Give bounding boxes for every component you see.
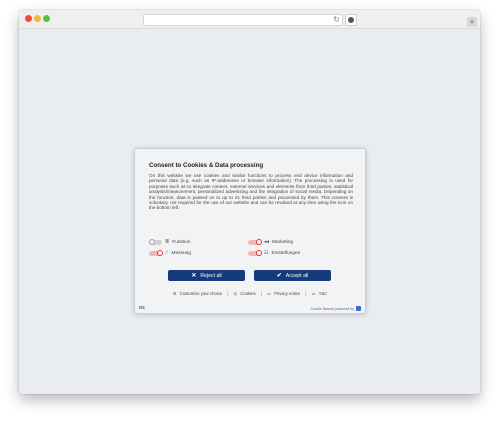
cookie-consent-dialog: Consent to Cookies & Data processing On …	[134, 148, 366, 314]
dialog-title: Consent to Cookies & Data processing	[149, 162, 264, 169]
check-icon: ✔	[276, 273, 282, 279]
tac-link[interactable]: T&C	[319, 291, 327, 296]
customize-link[interactable]: Customize your choice	[180, 291, 222, 296]
privacy-link[interactable]: Privacy notice	[274, 291, 300, 296]
maximize-window-button[interactable]	[43, 15, 50, 22]
dialog-body-text: On this website we use cookies and simil…	[149, 173, 353, 211]
dialog-links: ⚙ Customize your choice | ◎ Cookies | ▭ …	[172, 291, 328, 296]
gear-icon: ⚙	[172, 291, 177, 296]
cookie-icon: ◎	[233, 291, 238, 296]
einstellungen-toggle[interactable]	[248, 249, 262, 256]
cookie-settings-icon[interactable]: NS	[139, 305, 145, 310]
close-icon: ✕	[191, 273, 197, 279]
extension-icon	[348, 17, 354, 23]
powered-by-label: Cookie Banner powered by	[310, 306, 354, 311]
address-bar[interactable]: ↻	[143, 14, 343, 26]
accept-all-label: Accept all	[285, 272, 309, 279]
category-einstellungen[interactable]: ☷ Einstellungen	[248, 249, 300, 257]
new-tab-button[interactable]: +	[467, 17, 477, 27]
provider-logo-icon[interactable]	[356, 306, 361, 311]
einstellungen-icon: ☷	[264, 250, 269, 256]
close-window-button[interactable]	[25, 15, 32, 22]
minimize-window-button[interactable]	[34, 15, 41, 22]
powered-by: Cookie Banner powered by	[311, 306, 361, 311]
marketing-icon: ◂◂	[264, 239, 270, 245]
messung-toggle[interactable]	[149, 249, 163, 256]
cookies-link[interactable]: Cookies	[240, 291, 255, 296]
reject-all-button[interactable]: ✕ Reject all	[168, 270, 245, 281]
marketing-label: Marketing	[272, 239, 294, 245]
messung-label: Messung	[171, 250, 191, 256]
reload-icon[interactable]: ↻	[333, 14, 340, 26]
funktion-icon: ≣	[165, 239, 170, 245]
messung-icon: ⟋	[165, 250, 169, 256]
marketing-toggle[interactable]	[248, 238, 262, 245]
accept-all-button[interactable]: ✔ Accept all	[254, 270, 331, 281]
category-messung[interactable]: ⟋ Messung	[149, 249, 191, 257]
tac-icon: ▭	[311, 291, 316, 296]
browser-titlebar: ↻ +	[19, 10, 480, 29]
funktion-label: Funktion	[172, 239, 191, 245]
privacy-icon: ▭	[266, 291, 271, 296]
reject-all-label: Reject all	[200, 272, 222, 279]
extension-button[interactable]	[345, 14, 357, 26]
einstellungen-label: Einstellungen	[271, 250, 301, 256]
funktion-toggle[interactable]	[149, 238, 162, 245]
category-funktion[interactable]: ≣ Funktion	[149, 238, 191, 246]
category-marketing[interactable]: ◂◂ Marketing	[248, 238, 293, 246]
browser-window: ↻ + Consent to Cookies & Data processing…	[19, 10, 480, 394]
